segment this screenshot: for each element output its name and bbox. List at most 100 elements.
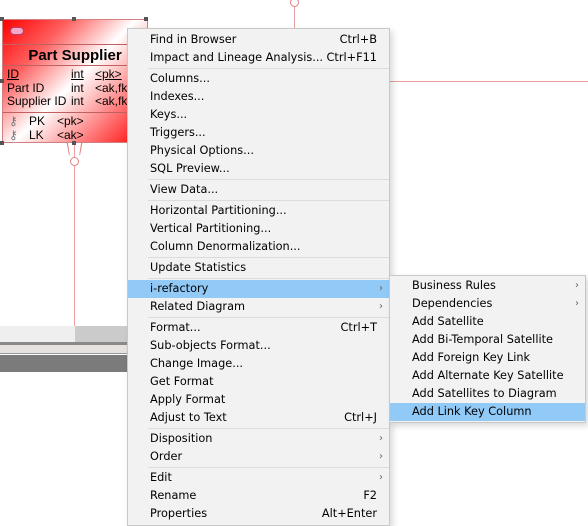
menu-item-label: Add Alternate Key Satellite — [412, 369, 564, 382]
menu-item-columns[interactable]: Columns... — [128, 70, 389, 88]
menu-item-label: Add Foreign Key Link — [412, 351, 531, 364]
panel-header-bar — [0, 355, 140, 372]
menu-item-label: Rename — [150, 489, 197, 502]
menu-item-sub-objects-format[interactable]: Sub-objects Format... — [128, 337, 389, 355]
selection-handle[interactable] — [72, 141, 76, 145]
column-row[interactable]: ID int <pk> — [7, 67, 127, 82]
menu-separator — [148, 317, 389, 318]
shortcut-label: Ctrl+J — [344, 411, 377, 424]
menu-item-related-diagram[interactable]: Related Diagram › — [128, 298, 389, 316]
menu-item-label: Find in Browser — [150, 33, 237, 46]
menu-item-disposition[interactable]: Disposition › — [128, 430, 389, 448]
menu-item-label: Impact and Lineage Analysis... — [150, 51, 324, 64]
menu-item-rename[interactable]: Rename F2 — [128, 487, 389, 505]
menu-item-keys[interactable]: Keys... — [128, 106, 389, 124]
menu-item-label: Edit — [150, 471, 172, 484]
menu-item-add-bi-temporal-satellite[interactable]: Add Bi-Temporal Satellite — [390, 331, 585, 349]
menu-item-add-satellites-to-diagram[interactable]: Add Satellites to Diagram — [390, 385, 585, 403]
menu-item-label: Column Denormalization... — [150, 240, 301, 253]
key-icon: ⚷ — [9, 127, 18, 142]
menu-item-label: Physical Options... — [150, 144, 254, 157]
column-row[interactable]: Part ID int <ak,fk — [7, 81, 127, 96]
menu-item-add-satellite[interactable]: Add Satellite — [390, 313, 585, 331]
chevron-right-icon: › — [379, 283, 383, 294]
menu-item-dependencies[interactable]: Dependencies › — [390, 295, 585, 313]
selection-handle[interactable] — [144, 17, 148, 21]
menu-item-triggers[interactable]: Triggers... — [128, 124, 389, 142]
menu-item-find-in-browser[interactable]: Find in Browser Ctrl+B — [128, 31, 389, 49]
menu-item-label: Add Link Key Column — [412, 405, 532, 418]
menu-item-label: Add Satellite — [412, 315, 484, 328]
menu-item-label: Sub-objects Format... — [150, 339, 271, 352]
splitter-band — [0, 345, 140, 354]
menu-item-label: Business Rules — [412, 279, 496, 292]
menu-item-label: Disposition — [150, 432, 213, 445]
entity-keys: ⚷ PK <pk> ⚷ LK <ak> — [3, 112, 147, 142]
entity-columns: ID int <pk> Part ID int <ak,fk Supplier ID in… — [7, 67, 127, 109]
selection-handle[interactable] — [0, 79, 4, 83]
menu-item-i-refactory[interactable]: i-refactory › — [128, 280, 389, 298]
menu-item-update-statistics[interactable]: Update Statistics — [128, 259, 389, 277]
context-menu: Find in Browser Ctrl+B Impact and Lineage … — [127, 28, 390, 526]
menu-item-label: View Data... — [150, 183, 219, 196]
menu-item-label: i-refactory — [150, 282, 209, 295]
menu-item-column-denormalization[interactable]: Column Denormalization... — [128, 238, 389, 256]
menu-item-vertical-partitioning[interactable]: Vertical Partitioning... — [128, 220, 389, 238]
chevron-right-icon: › — [379, 433, 383, 444]
menu-item-label: Format... — [150, 321, 201, 334]
menu-item-label: Change Image... — [150, 357, 243, 370]
selection-handle[interactable] — [72, 17, 76, 21]
menu-separator — [148, 278, 389, 279]
selection-handle[interactable] — [0, 141, 4, 145]
menu-item-business-rules[interactable]: Business Rules › — [390, 277, 585, 295]
scroll-area — [0, 326, 75, 342]
menu-item-label: Apply Format — [150, 393, 226, 406]
menu-item-label: Add Bi-Temporal Satellite — [412, 333, 553, 346]
menu-separator — [148, 467, 389, 468]
menu-item-label: Columns... — [150, 72, 210, 85]
menu-item-change-image[interactable]: Change Image... — [128, 355, 389, 373]
column-row[interactable]: Supplier ID int <ak,fk — [7, 94, 127, 109]
menu-item-label: Add Satellites to Diagram — [412, 387, 557, 400]
chevron-right-icon: › — [379, 472, 383, 483]
menu-item-format[interactable]: Format... Ctrl+T — [128, 319, 389, 337]
menu-item-horizontal-partitioning[interactable]: Horizontal Partitioning... — [128, 202, 389, 220]
key-icon: ⚷ — [9, 114, 18, 128]
menu-separator — [148, 200, 389, 201]
selection-handle[interactable] — [0, 17, 4, 21]
menu-item-add-link-key-column[interactable]: Add Link Key Column — [390, 403, 585, 421]
link-endpoint — [290, 0, 299, 7]
link-line-entity — [74, 143, 75, 326]
menu-item-physical-options[interactable]: Physical Options... — [128, 142, 389, 160]
i-refactory-submenu: Business Rules › Dependencies › Add Satellit… — [389, 275, 586, 423]
link-endpoint — [70, 157, 79, 166]
menu-item-label: Indexes... — [150, 90, 205, 103]
menu-item-add-foreign-key-link[interactable]: Add Foreign Key Link — [390, 349, 585, 367]
menu-item-get-format[interactable]: Get Format — [128, 373, 389, 391]
menu-item-add-alternate-key-satellite[interactable]: Add Alternate Key Satellite — [390, 367, 585, 385]
menu-separator — [148, 428, 389, 429]
menu-item-label: Adjust to Text — [150, 411, 227, 424]
menu-item-properties[interactable]: Properties Alt+Enter — [128, 505, 389, 523]
shortcut-label: Alt+Enter — [321, 507, 377, 520]
menu-item-label: Order — [150, 450, 183, 463]
menu-item-edit[interactable]: Edit › — [128, 469, 389, 487]
menu-item-label: SQL Preview... — [150, 162, 230, 175]
menu-item-adjust-to-text[interactable]: Adjust to Text Ctrl+J — [128, 409, 389, 427]
chevron-right-icon: › — [575, 298, 579, 309]
scrollbar-thumb[interactable] — [75, 326, 135, 342]
menu-item-label: Triggers... — [150, 126, 206, 139]
menu-item-order[interactable]: Order › — [128, 448, 389, 466]
menu-item-sql-preview[interactable]: SQL Preview... — [128, 160, 389, 178]
shortcut-label: F2 — [363, 489, 377, 502]
menu-item-label: Horizontal Partitioning... — [150, 204, 287, 217]
shortcut-label: Ctrl+T — [340, 321, 377, 334]
menu-item-apply-format[interactable]: Apply Format — [128, 391, 389, 409]
chevron-right-icon: › — [379, 451, 383, 462]
chevron-right-icon: › — [575, 280, 579, 291]
menu-item-view-data[interactable]: View Data... — [128, 181, 389, 199]
menu-item-impact-and-lineage-analysis[interactable]: Impact and Lineage Analysis... Ctrl+F11 — [128, 49, 389, 67]
menu-item-indexes[interactable]: Indexes... — [128, 88, 389, 106]
link-line-horizontal — [390, 81, 588, 82]
chevron-right-icon: › — [379, 301, 383, 312]
